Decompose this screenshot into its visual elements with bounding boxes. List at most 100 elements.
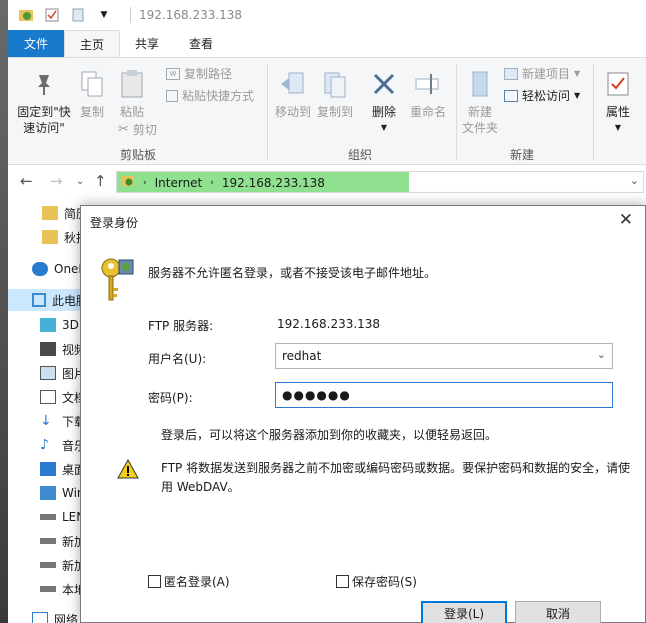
breadcrumb-internet[interactable]: Internet: [155, 176, 203, 190]
breadcrumb-host[interactable]: 192.168.233.138: [222, 176, 325, 190]
paste-label: 粘贴: [119, 105, 144, 119]
anonymous-login-label: 匿名登录(A): [164, 575, 230, 589]
delete-button[interactable]: 删除 ▼: [364, 68, 404, 136]
paste-shortcut-button[interactable]: 粘贴快捷方式: [166, 87, 254, 104]
computer-icon: [32, 293, 46, 307]
nav-item-lenovo-drive[interactable]: LEN: [8, 506, 88, 528]
tab-view[interactable]: 查看: [174, 30, 228, 57]
easy-access-chevron-icon: ▼: [574, 91, 581, 100]
copy-label: 复制: [79, 105, 104, 119]
close-icon[interactable]: ✕: [619, 210, 633, 230]
pictures-icon: [40, 366, 56, 380]
nav-item-pictures[interactable]: 图片: [8, 362, 88, 384]
delete-x-icon: [368, 68, 400, 100]
video-icon: [40, 342, 56, 356]
address-bar[interactable]: › Internet › 192.168.233.138 ⌄: [116, 171, 644, 193]
anonymous-login-checkbox[interactable]: 匿名登录(A): [148, 573, 230, 590]
new-folder-icon: [464, 68, 496, 100]
group-separator: [456, 64, 457, 160]
rename-icon: [412, 68, 444, 100]
nav-item-videos[interactable]: 视频: [8, 338, 88, 360]
nav-item-this-pc[interactable]: 此电脑: [8, 289, 88, 311]
nav-item-network[interactable]: 网络: [8, 608, 88, 623]
nav-item-documents[interactable]: 文档: [8, 386, 88, 408]
documents-icon: [40, 390, 56, 404]
save-password-checkbox[interactable]: 保存密码(S): [336, 573, 417, 590]
username-dropdown-chevron-icon[interactable]: ⌄: [597, 348, 606, 361]
address-dropdown-chevron-icon[interactable]: ⌄: [630, 174, 639, 187]
recent-chevron-icon[interactable]: ⌄: [76, 176, 84, 187]
properties-label: 属性: [605, 105, 630, 119]
tab-share[interactable]: 共享: [120, 30, 174, 57]
new-item-label: 新建项目: [522, 67, 571, 81]
dialog-message: 服务器不允许匿名登录，或者不接受该电子邮件地址。: [148, 266, 437, 280]
warning-text: FTP 将数据发送到服务器之前不加密或编码密码或数据。要保护密码和数据的安全，请…: [161, 461, 631, 494]
scissors-icon: ✂: [118, 122, 129, 137]
drive-icon: [40, 538, 56, 544]
navigation-row: ← → ⌄ ↑ › Internet › 192.168.233.138 ⌄: [8, 170, 646, 195]
3d-objects-icon: [40, 318, 56, 332]
paste-shortcut-icon: [166, 89, 178, 102]
server-value: 192.168.233.138: [277, 317, 381, 331]
nav-item-label: 3D: [62, 318, 79, 332]
breadcrumb-separator-icon: ›: [143, 177, 147, 188]
new-item-button[interactable]: 新建项目 ▼: [504, 65, 580, 82]
password-label: 密码(P):: [148, 391, 193, 405]
title-bar: ▼ 192.168.233.138: [8, 0, 646, 30]
paste-icon: [116, 68, 148, 100]
forward-arrow-icon[interactable]: →: [50, 172, 63, 190]
username-combobox[interactable]: redhat ⌄: [275, 343, 613, 369]
customize-quick-access-chevron-icon[interactable]: ▼: [96, 7, 112, 23]
drive-icon: [40, 514, 56, 520]
login-button[interactable]: 登录(L): [421, 601, 507, 623]
nav-item-downloads[interactable]: ↓ 下载: [8, 410, 88, 432]
back-arrow-icon[interactable]: ←: [20, 172, 33, 190]
paste-shortcut-label: 粘贴快捷方式: [182, 89, 255, 103]
nav-item-3d[interactable]: 3D: [8, 314, 88, 336]
ribbon-tabs: 文件 主页 共享 查看: [8, 30, 646, 57]
nav-item-resume[interactable]: 简历: [8, 202, 88, 224]
properties-button[interactable]: 属性 ▼: [598, 68, 638, 136]
nav-item-new-volume-2[interactable]: 新加: [8, 554, 88, 576]
pin-quick-access-button[interactable]: 固定到"快 速访问": [12, 68, 76, 136]
nav-item-onedrive[interactable]: OneD: [8, 258, 88, 280]
copy-to-button[interactable]: 复制到: [314, 68, 356, 120]
window-title: 192.168.233.138: [139, 8, 243, 22]
breadcrumb-separator-icon: ›: [210, 177, 214, 188]
pin-icon: [28, 68, 60, 100]
properties-quick-icon[interactable]: [44, 7, 60, 23]
tab-file[interactable]: 文件: [8, 30, 64, 57]
nav-item-local-disk[interactable]: 本地: [8, 578, 88, 600]
password-field[interactable]: ●●●●●●: [275, 382, 613, 408]
copy-button[interactable]: 复制: [74, 68, 110, 120]
nav-item-new-volume-1[interactable]: 新加: [8, 530, 88, 552]
new-folder-quick-icon[interactable]: [70, 7, 86, 23]
cut-button[interactable]: ✂ 剪切: [118, 121, 157, 138]
move-to-button[interactable]: 移动到: [272, 68, 314, 120]
save-password-checkbox-box[interactable]: [336, 575, 349, 588]
nav-item-music[interactable]: ♪ 音乐: [8, 434, 88, 456]
new-folder-button[interactable]: 新建 文件夹: [460, 68, 500, 136]
nav-item-desktop[interactable]: 桌面: [8, 458, 88, 480]
easy-access-icon: [504, 89, 518, 102]
tab-home[interactable]: 主页: [64, 30, 121, 57]
folder-icon: [42, 230, 58, 244]
easy-access-button[interactable]: 轻松访问 ▼: [504, 87, 580, 104]
key-server-icon: [97, 254, 137, 306]
save-password-label: 保存密码(S): [352, 575, 417, 589]
nav-item-windows-drive[interactable]: Win: [8, 482, 88, 504]
up-arrow-icon[interactable]: ↑: [94, 172, 107, 190]
nav-item-autumn[interactable]: 秋招: [8, 226, 88, 248]
drive-icon: [40, 562, 56, 568]
rename-button[interactable]: 重命名: [406, 68, 450, 120]
paste-button[interactable]: 粘贴: [114, 68, 150, 120]
move-to-label: 移动到: [274, 105, 311, 119]
copy-to-label: 复制到: [316, 105, 353, 119]
copy-path-button[interactable]: W 复制路径: [166, 65, 232, 82]
navigation-pane: 简历 秋招 OneD 此电脑 3D 视频 图片 文档 ↓ 下载 ♪ 音乐 桌面 Wi…: [8, 200, 88, 623]
network-location-icon: [121, 174, 135, 191]
desktop-icon: [40, 462, 56, 476]
cancel-button[interactable]: 取消: [515, 601, 601, 623]
anonymous-checkbox-box[interactable]: [148, 575, 161, 588]
copy-to-icon: [319, 68, 351, 100]
